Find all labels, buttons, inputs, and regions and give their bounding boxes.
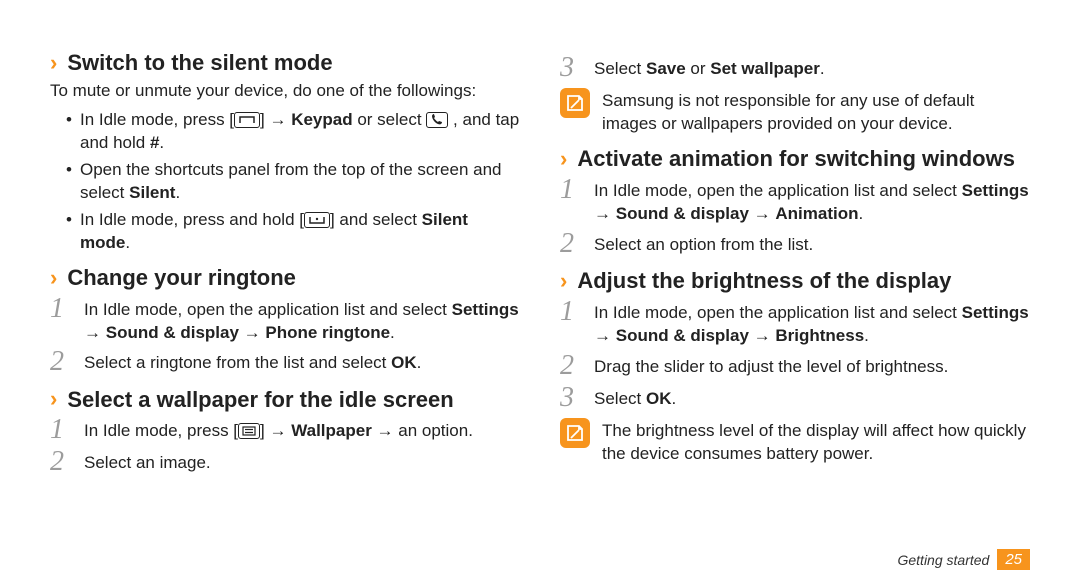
step-text: In Idle mode, press [] → Wallpaper → an … [84,416,520,443]
step-number: 3 [560,54,582,82]
section-silent-mode: › Switch to the silent mode [50,50,520,76]
step-text: Select Save or Set wallpaper. [594,54,1030,81]
intro-text: To mute or unmute your device, do one of… [50,80,520,103]
section-title: Select a wallpaper for the idle screen [67,387,453,412]
step-text: Select an option from the list. [594,230,1030,257]
step-text: In Idle mode, open the application list … [594,176,1030,226]
step-text: Select an image. [84,448,520,475]
step: 1 In Idle mode, open the application lis… [50,295,520,345]
step-number: 3 [560,384,582,412]
step-number: 2 [560,352,582,380]
step: 1 In Idle mode, open the application lis… [560,176,1030,226]
step-number: 2 [50,448,72,476]
footer: Getting started 25 [897,549,1030,570]
chevron-icon: › [560,268,567,294]
section-title: Switch to the silent mode [67,50,332,75]
chevron-icon: › [50,265,57,291]
phone-icon [426,112,448,128]
step: 3 Select OK. [560,384,1030,412]
bullet-item: In Idle mode, press and hold [] and sele… [66,209,520,255]
bullet-item: Open the shortcuts panel from the top of… [66,159,520,205]
step: 2 Select a ringtone from the list and se… [50,348,520,376]
section-title: Adjust the brightness of the display [577,268,951,293]
chevron-icon: › [560,146,567,172]
step-text: In Idle mode, open the application list … [594,298,1030,348]
page-number: 25 [997,549,1030,570]
right-column: 3 Select Save or Set wallpaper. Samsung … [560,50,1030,480]
chevron-icon: › [50,50,57,76]
bullet-item: In Idle mode, press [] → Keypad or selec… [66,109,520,155]
step: 1 In Idle mode, press [] → Wallpaper → a… [50,416,520,444]
left-column: › Switch to the silent mode To mute or u… [50,50,520,480]
step-number: 2 [560,230,582,258]
step-number: 1 [560,176,582,204]
section-title: Activate animation for switching windows [577,146,1015,171]
bullet-list: In Idle mode, press [] → Keypad or selec… [50,109,520,255]
send-key-icon [234,112,260,128]
note-icon [560,418,590,448]
section-brightness: › Adjust the brightness of the display [560,268,1030,294]
note-text: The brightness level of the display will… [602,418,1030,466]
section-title: Change your ringtone [67,265,296,290]
chevron-icon: › [50,386,57,412]
step-text: Select OK. [594,384,1030,411]
menu-key-icon [238,423,260,439]
section-wallpaper: › Select a wallpaper for the idle screen [50,386,520,412]
note-text: Samsung is not responsible for any use o… [602,88,1030,136]
step-number: 1 [50,416,72,444]
note: Samsung is not responsible for any use o… [560,88,1030,136]
step-text: Select a ringtone from the list and sele… [84,348,520,375]
power-key-icon [304,212,330,228]
section-ringtone: › Change your ringtone [50,265,520,291]
step: 2 Select an image. [50,448,520,476]
note-icon [560,88,590,118]
step-text: In Idle mode, open the application list … [84,295,520,345]
step-number: 2 [50,348,72,376]
section-animation: › Activate animation for switching windo… [560,146,1030,172]
step: 1 In Idle mode, open the application lis… [560,298,1030,348]
footer-label: Getting started [897,552,989,568]
step: 2 Select an option from the list. [560,230,1030,258]
note: The brightness level of the display will… [560,418,1030,466]
step: 3 Select Save or Set wallpaper. [560,54,1030,82]
step-text: Drag the slider to adjust the level of b… [594,352,1030,379]
step-number: 1 [560,298,582,326]
step: 2 Drag the slider to adjust the level of… [560,352,1030,380]
step-number: 1 [50,295,72,323]
